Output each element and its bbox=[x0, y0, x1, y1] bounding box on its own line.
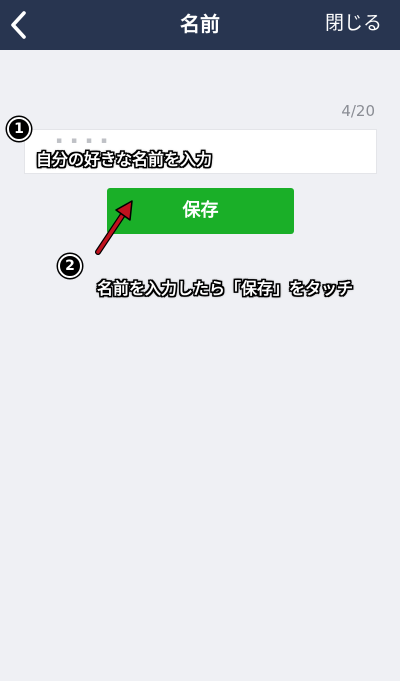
step-2-annotation: 名前を入力したら「保存」をタッチ bbox=[97, 279, 354, 298]
chevron-left-icon bbox=[11, 11, 26, 39]
close-button[interactable]: 閉じる bbox=[325, 0, 382, 48]
step-2-number-badge: 2 bbox=[58, 254, 82, 278]
step-1-number-badge: 1 bbox=[7, 117, 31, 141]
header-bar: 名前 閉じる bbox=[0, 0, 400, 50]
back-button[interactable] bbox=[4, 6, 38, 44]
step-1-annotation: 自分の好きな名前を入力 bbox=[36, 150, 213, 169]
name-field-ghost-text: ▪ ▪ ▪ ▪ bbox=[56, 136, 110, 146]
character-counter: 4/20 bbox=[341, 102, 375, 120]
arrow-annotation-icon bbox=[95, 200, 133, 255]
